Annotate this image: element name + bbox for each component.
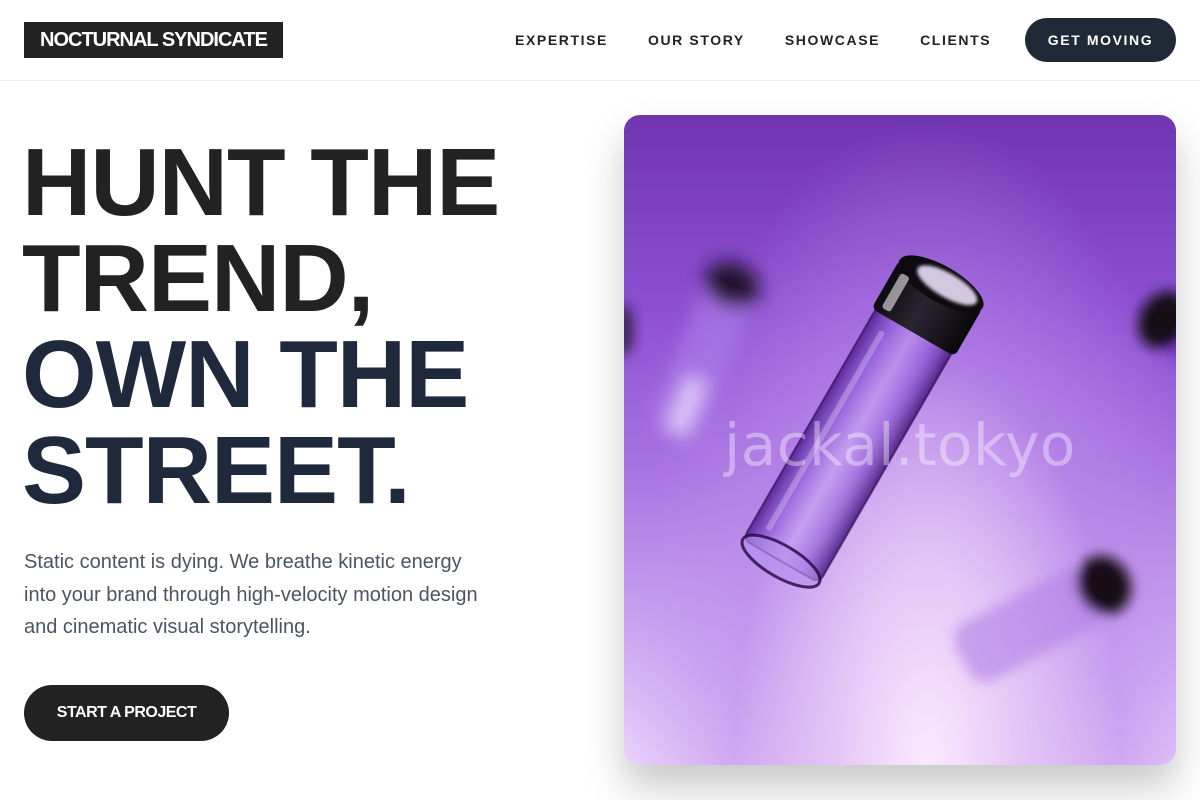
blurred-vial-edge-left	[624, 304, 634, 356]
nav-link-our-story[interactable]: OUR STORY	[648, 32, 745, 48]
watermark-text: jackal.tokyo	[724, 411, 1076, 479]
nav-link-showcase[interactable]: SHOWCASE	[785, 32, 880, 48]
start-project-button[interactable]: START A PROJECT	[24, 685, 229, 741]
nav-link-clients[interactable]: CLIENTS	[920, 32, 991, 48]
headline-line-3: OWN THE	[22, 321, 469, 428]
headline-line-4: STREET.	[22, 417, 411, 524]
hero-image: jackal.tokyo	[624, 115, 1176, 765]
hero-subtext: Static content is dying. We breathe kine…	[24, 551, 478, 638]
brand-logo[interactable]: NOCTURNAL SYNDICATE	[24, 22, 283, 58]
headline-line-1: HUNT THE	[22, 129, 500, 236]
get-moving-button[interactable]: GET MOVING	[1025, 18, 1176, 62]
nav-link-expertise[interactable]: EXPERTISE	[515, 32, 608, 48]
top-navigation: NOCTURNAL SYNDICATE EXPERTISE OUR STORY …	[0, 0, 1200, 81]
headline-line-2: TREND,	[22, 225, 374, 332]
hero-headline: HUNT THE TREND, OWN THE STREET.	[22, 135, 602, 519]
nav-links: EXPERTISE OUR STORY SHOWCASE CLIENTS	[515, 0, 991, 80]
blurred-vial-right	[1138, 291, 1176, 406]
blurred-vial-bottom	[954, 555, 1131, 683]
